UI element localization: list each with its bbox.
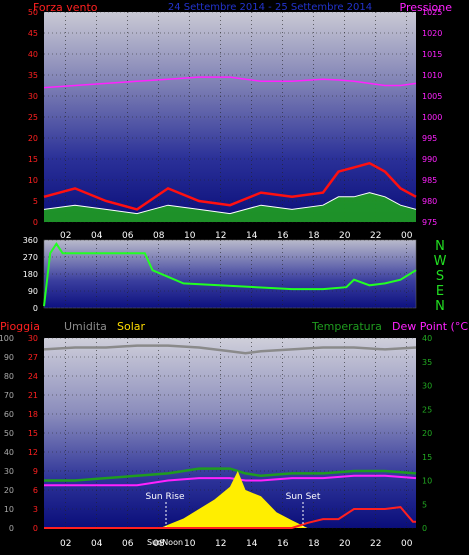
temperature-tick-label: 10: [422, 477, 432, 486]
time-tick-label: 02: [60, 231, 71, 241]
pressure-tick-label: 1010: [422, 71, 442, 80]
temperature-tick-label: 25: [422, 405, 432, 414]
wind-tick-label: 30: [28, 92, 38, 101]
humidity-tick-label: 80: [4, 372, 14, 381]
time-tick-label: 20: [339, 539, 351, 549]
temperature-tick-label: 40: [422, 334, 432, 343]
date-range-title: 24 Settembre 2014 - 25 Settembre 2014: [168, 2, 372, 13]
time-tick-label: 04: [91, 231, 103, 241]
time-tick-label: 16: [277, 539, 289, 549]
wind-tick-label: 35: [28, 71, 38, 80]
weather-chart: Forza vento 24 Settembre 2014 - 25 Sette…: [0, 0, 469, 555]
wind-tick-label: 40: [28, 50, 38, 59]
time-tick-label: 00: [401, 539, 413, 549]
time-tick-label: 14: [246, 539, 258, 549]
sun-rise-label: Sun Rise: [146, 492, 185, 502]
direction-tick-label: 90: [28, 287, 38, 296]
wind-tick-label: 20: [28, 134, 38, 143]
wind-tick-label: 5: [33, 197, 38, 206]
time-tick-label: 12: [215, 539, 226, 549]
humidity-tick-label: 90: [4, 353, 14, 362]
wind-tick-label: 50: [28, 8, 38, 17]
time-tick-label: 04: [91, 539, 103, 549]
temperature-tick-label: 35: [422, 358, 432, 367]
time-tick-label: 12: [215, 231, 226, 241]
temperature-tick-label: 15: [422, 453, 432, 462]
rain-tick-label: 24: [28, 372, 38, 381]
rain-tick-label: 21: [28, 391, 38, 400]
humidity-tick-label: 0: [9, 524, 14, 533]
pressure-tick-label: 975: [422, 218, 437, 227]
temperature-tick-label: 5: [422, 500, 427, 509]
temperature-tick-label: 30: [422, 382, 432, 391]
legend-item: Dew Point (°C): [392, 320, 469, 333]
sun-set-label: Sun Set: [286, 492, 321, 502]
humidity-tick-label: 40: [4, 448, 14, 457]
direction-tick-label: 0: [33, 304, 38, 313]
time-tick-label: 10: [184, 231, 196, 241]
time-tick-label: 06: [122, 539, 134, 549]
time-tick-label: 10: [184, 539, 196, 549]
pressure-tick-label: 995: [422, 134, 437, 143]
rain-tick-label: 30: [28, 334, 38, 343]
humidity-tick-label: 60: [4, 410, 14, 419]
time-tick-label: 18: [308, 539, 320, 549]
rain-tick-label: 15: [28, 429, 38, 438]
wind-tick-label: 25: [28, 113, 38, 122]
rain-tick-label: 6: [33, 486, 38, 495]
pressure-tick-label: 1015: [422, 50, 442, 59]
time-tick-label: 20: [339, 231, 351, 241]
legend-item: Solar: [117, 320, 146, 333]
sun-noon-label: SunNoon: [147, 538, 183, 547]
rain-tick-label: 3: [33, 505, 38, 514]
humidity-tick-label: 30: [4, 467, 14, 476]
pressure-tick-label: 1005: [422, 92, 442, 101]
temperature-tick-label: 0: [422, 524, 427, 533]
time-tick-label: 14: [246, 231, 258, 241]
rain-tick-label: 18: [28, 410, 38, 419]
pressure-tick-label: 985: [422, 176, 437, 185]
compass-label: E: [436, 284, 444, 299]
rain-tick-label: 12: [28, 448, 38, 457]
direction-tick-label: 270: [23, 253, 38, 262]
pressure-tick-label: 980: [422, 197, 437, 206]
time-tick-label: 16: [277, 231, 289, 241]
pressure-tick-label: 990: [422, 155, 437, 164]
compass-label: S: [436, 269, 444, 284]
pressure-tick-label: 1025: [422, 8, 442, 17]
humidity-tick-label: 70: [4, 391, 14, 400]
humidity-tick-label: 50: [4, 429, 14, 438]
wind-tick-label: 0: [33, 218, 38, 227]
pressure-tick-label: 1020: [422, 29, 442, 38]
wind-tick-label: 45: [28, 29, 38, 38]
time-tick-label: 22: [370, 539, 381, 549]
time-tick-label: 22: [370, 231, 381, 241]
rain-tick-label: 9: [33, 467, 38, 476]
direction-tick-label: 180: [23, 270, 38, 279]
legend-item: Temperatura: [311, 320, 382, 333]
time-tick-label: 00: [401, 231, 413, 241]
temperature-tick-label: 20: [422, 429, 432, 438]
wind-tick-label: 15: [28, 155, 38, 164]
compass-label: N: [435, 239, 445, 254]
pressure-tick-label: 1000: [422, 113, 442, 122]
compass-label: W: [434, 254, 447, 269]
time-tick-label: 18: [308, 231, 320, 241]
rain-tick-label: 27: [28, 353, 38, 362]
compass-label: N: [435, 299, 445, 314]
time-tick-label: 06: [122, 231, 134, 241]
rain-tick-label: 0: [33, 524, 38, 533]
legend-item: Umidita: [64, 320, 107, 333]
legend-item: Pioggia: [0, 320, 40, 333]
wind-tick-label: 10: [28, 176, 38, 185]
humidity-tick-label: 20: [4, 486, 14, 495]
time-tick-label: 08: [153, 231, 165, 241]
time-tick-label: 02: [60, 539, 71, 549]
direction-tick-label: 360: [23, 236, 38, 245]
humidity-tick-label: 100: [0, 334, 14, 343]
humidity-tick-label: 10: [4, 505, 14, 514]
